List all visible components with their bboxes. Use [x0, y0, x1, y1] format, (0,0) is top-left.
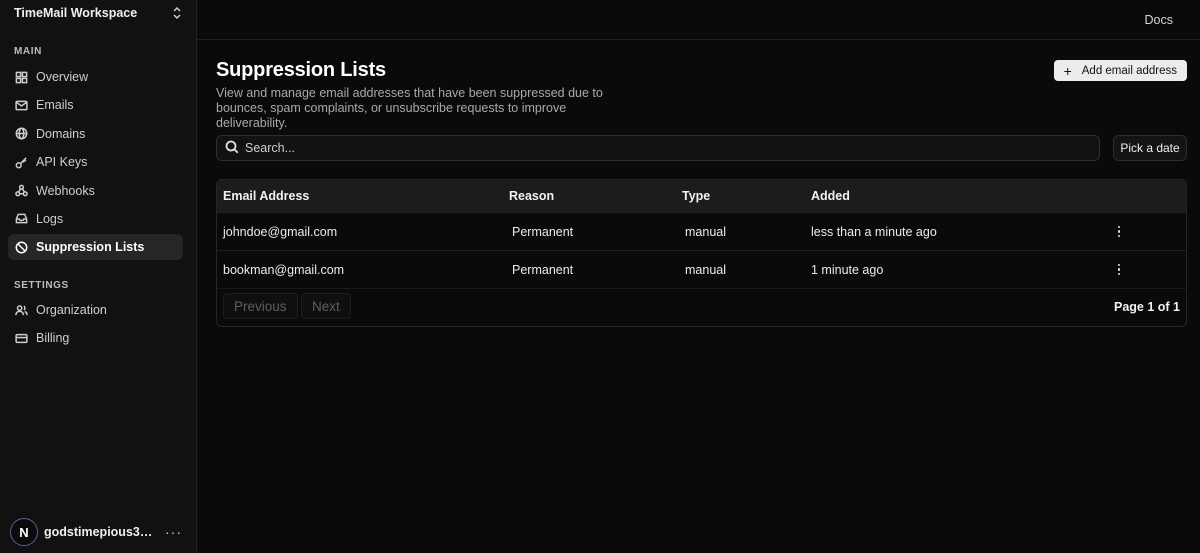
more-horizontal-icon[interactable]: ··· [165, 524, 182, 540]
sidebar-item-label: Logs [36, 211, 64, 226]
previous-page-button[interactable]: Previous [223, 293, 298, 319]
sidebar-item-label: Organization [36, 303, 107, 317]
column-header-type: Type [682, 189, 711, 203]
cell-email: johndoe@gmail.com [223, 224, 338, 239]
sidebar-item-label: Billing [36, 331, 70, 346]
mail-icon [15, 99, 28, 112]
cell-added: less than a minute ago [811, 224, 937, 239]
sidebar-item-label: Emails [36, 98, 74, 113]
cell-reason: Permanent [512, 224, 574, 239]
sidebar-item-webhooks[interactable]: Webhooks [8, 178, 183, 204]
main-content: Docs Suppression Lists View and manage e… [197, 0, 1200, 553]
top-bar: Docs [197, 0, 1200, 40]
sidebar-item-label: Overview [36, 70, 89, 84]
globe-icon [15, 127, 28, 140]
pick-date-button[interactable]: Pick a date [1113, 135, 1187, 161]
sidebar: TimeMail Workspace MAIN Overview Emails [0, 0, 197, 553]
section-label-main: MAIN [14, 46, 42, 57]
card-icon [15, 332, 28, 345]
cell-email: bookman@gmail.com [223, 262, 345, 277]
row-actions-icon[interactable] [1112, 261, 1126, 279]
suppression-table: Email Address Reason Type Added johndoe@… [216, 179, 1187, 327]
page-title: Suppression Lists [216, 59, 386, 81]
search-input[interactable] [245, 141, 1045, 155]
user-email: godstimepious33@... [44, 525, 153, 539]
search-box [216, 135, 1100, 161]
sidebar-item-suppression-lists[interactable]: Suppression Lists [8, 234, 183, 261]
main-nav: Overview Emails Domains API Keys Webhook… [8, 64, 183, 263]
cell-type: manual [685, 224, 726, 239]
row-actions-icon[interactable] [1112, 223, 1126, 241]
sidebar-item-label: Suppression Lists [36, 240, 145, 255]
sidebar-item-logs[interactable]: Logs [8, 206, 183, 232]
sidebar-item-label: Webhooks [36, 183, 95, 198]
column-header-email: Email Address [223, 189, 310, 203]
users-icon [15, 304, 28, 317]
column-header-added: Added [811, 189, 850, 203]
workspace-switcher[interactable]: TimeMail Workspace [0, 0, 196, 26]
inbox-icon [15, 212, 28, 225]
cell-added: 1 minute ago [811, 262, 884, 277]
app-root: TimeMail Workspace MAIN Overview Emails [0, 0, 1200, 553]
page-description: View and manage email addresses that hav… [216, 86, 603, 130]
docs-link[interactable]: Docs [1145, 13, 1173, 27]
pagination: Previous Next Page 1 of 1 [217, 288, 1186, 326]
plus-icon: + [1063, 62, 1072, 79]
cell-reason: Permanent [512, 262, 574, 277]
section-label-settings: SETTINGS [14, 280, 69, 291]
cell-type: manual [685, 262, 726, 277]
workspace-name: TimeMail Workspace [14, 6, 138, 20]
sidebar-item-api-keys[interactable]: API Keys [8, 149, 183, 175]
table-header: Email Address Reason Type Added [217, 180, 1186, 212]
chevron-up-down-icon [172, 6, 182, 20]
ban-icon [15, 241, 28, 254]
add-email-button[interactable]: + Add email address [1053, 60, 1187, 81]
key-icon [15, 156, 28, 169]
webhook-icon [15, 184, 28, 197]
sidebar-item-organization[interactable]: Organization [8, 297, 183, 323]
sidebar-item-billing[interactable]: Billing [8, 325, 183, 351]
sidebar-item-label: API Keys [36, 155, 88, 170]
sidebar-item-label: Domains [36, 126, 86, 141]
table-row: bookman@gmail.com Permanent manual 1 min… [217, 250, 1186, 288]
sidebar-item-overview[interactable]: Overview [8, 64, 183, 90]
grid-icon [15, 71, 28, 84]
avatar: N [10, 518, 38, 546]
search-icon [225, 140, 239, 157]
table-row: johndoe@gmail.com Permanent manual less … [217, 212, 1186, 250]
column-header-reason: Reason [509, 189, 555, 203]
page-indicator: Page 1 of 1 [1114, 300, 1180, 314]
next-page-button[interactable]: Next [301, 293, 351, 319]
sidebar-item-emails[interactable]: Emails [8, 92, 183, 118]
sidebar-item-domains[interactable]: Domains [8, 121, 183, 147]
settings-nav: Organization Billing [8, 297, 183, 354]
add-email-button-label: Add email address [1081, 64, 1177, 77]
user-menu[interactable]: N godstimepious33@... ··· [10, 517, 182, 547]
